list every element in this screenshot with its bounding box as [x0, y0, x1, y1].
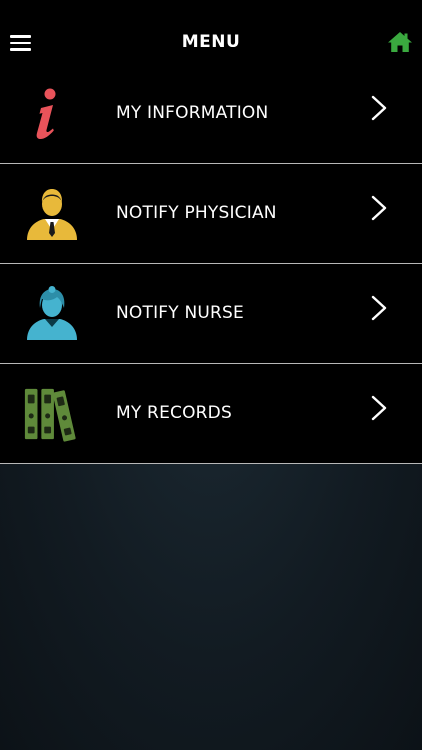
- home-icon[interactable]: [387, 31, 413, 53]
- chevron-right-icon: [371, 395, 387, 421]
- menu-item-label: NOTIFY NURSE: [116, 303, 244, 323]
- menu-list: MY INFORMATION NOTIFY PHYSICIAN NOTIFY N…: [0, 64, 422, 464]
- menu-item-label: NOTIFY PHYSICIAN: [116, 203, 277, 223]
- chevron-right-icon: [371, 195, 387, 221]
- chevron-right-icon: [371, 295, 387, 321]
- records-binders-icon: [24, 388, 76, 442]
- menu-item-my-records[interactable]: MY RECORDS: [0, 364, 422, 464]
- menu-item-label: MY INFORMATION: [116, 103, 269, 123]
- app-screen: MENU MY INFORMATION NOTIFY PHYSICIAN NOT…: [0, 0, 422, 750]
- menu-item-my-information[interactable]: MY INFORMATION: [0, 64, 422, 164]
- physician-icon: [27, 189, 77, 240]
- info-icon: [36, 88, 56, 139]
- top-bar: MENU: [0, 0, 422, 64]
- nurse-icon: [27, 286, 77, 340]
- chevron-right-icon: [371, 95, 387, 121]
- menu-item-notify-nurse[interactable]: NOTIFY NURSE: [0, 264, 422, 364]
- menu-item-notify-physician[interactable]: NOTIFY PHYSICIAN: [0, 164, 422, 264]
- page-title: MENU: [181, 32, 241, 52]
- menu-item-label: MY RECORDS: [116, 403, 232, 423]
